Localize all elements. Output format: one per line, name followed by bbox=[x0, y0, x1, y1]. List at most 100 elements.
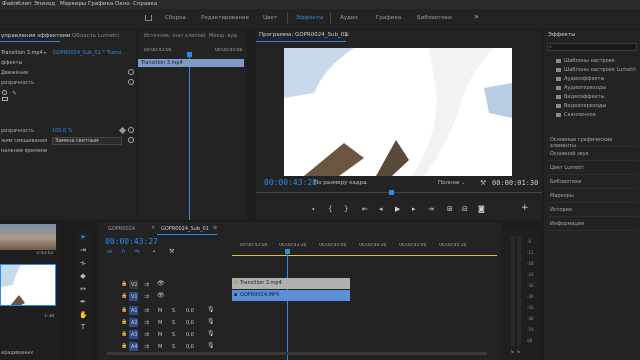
lift-icon[interactable]: ⊞ bbox=[447, 205, 453, 213]
lock-icon[interactable]: 🔒 bbox=[121, 293, 127, 299]
mute-button[interactable]: M bbox=[158, 308, 162, 314]
workspace-tab-effects[interactable]: Эффекты bbox=[296, 15, 324, 21]
tab-source[interactable]: Источник: (нет клипов) bbox=[144, 33, 206, 39]
linked-select-icon[interactable]: ⇋ bbox=[135, 248, 140, 255]
workspace-tab-graphics[interactable]: Графика bbox=[376, 15, 401, 21]
export-frame-icon[interactable]: ◙ bbox=[478, 205, 485, 213]
blend-mode-select[interactable]: Замена светлым bbox=[52, 137, 122, 145]
bin-video-effects[interactable]: Видеоэффекты bbox=[556, 94, 605, 100]
menu-markers[interactable]: Маркеры bbox=[60, 1, 86, 7]
extract-icon[interactable]: ⊟ bbox=[462, 205, 468, 213]
track-label-a1[interactable]: A1 bbox=[131, 308, 138, 314]
razor-tool-icon[interactable]: ◆ bbox=[79, 272, 87, 280]
workspace-tab-assembly[interactable]: Сборка bbox=[165, 15, 186, 21]
program-timecode[interactable]: 00:00:43:28 bbox=[264, 178, 317, 187]
chevron-down-icon[interactable]: ⌄ bbox=[364, 180, 368, 186]
lock-icon[interactable]: 🔒 bbox=[121, 331, 127, 337]
sync-lock-icon[interactable]: ⇉ bbox=[144, 319, 149, 326]
program-playhead[interactable] bbox=[389, 190, 394, 195]
tab-effect-controls[interactable]: управления эффектами bbox=[1, 33, 71, 39]
clip-thumbnail[interactable] bbox=[0, 224, 56, 250]
mute-button[interactable]: M bbox=[158, 332, 162, 338]
effects-search-input[interactable] bbox=[547, 43, 637, 51]
eye-icon[interactable]: 👁 bbox=[157, 280, 165, 287]
track-label-a4[interactable]: A4 bbox=[131, 344, 138, 350]
wrench-icon[interactable]: ⚒ bbox=[169, 248, 174, 255]
add-marker-icon[interactable]: ⬩ bbox=[153, 248, 155, 256]
clip-thumbnail[interactable] bbox=[0, 264, 56, 306]
opacity-value[interactable]: 100,0 % bbox=[52, 128, 73, 134]
lock-icon[interactable]: 🔒 bbox=[121, 343, 127, 349]
timeline-tab-gopr0024[interactable]: GOPR0024 bbox=[108, 226, 135, 232]
microphone-icon[interactable]: 🎙 bbox=[207, 318, 215, 325]
bin-audio-transitions[interactable]: Аудиопереходы bbox=[556, 85, 606, 91]
lock-icon[interactable]: 🔒 bbox=[121, 319, 127, 325]
keyframe-icon[interactable] bbox=[118, 126, 127, 135]
workspace-tab-audio[interactable]: Аудио bbox=[340, 15, 358, 21]
add-marker-icon[interactable]: ⬩ bbox=[312, 205, 315, 214]
workspace-tab-editing[interactable]: Редактирование bbox=[201, 15, 249, 21]
program-video-frame[interactable] bbox=[284, 48, 512, 176]
breadcrumb-source[interactable]: Transition 3.mp4 bbox=[1, 50, 43, 56]
sync-lock-icon[interactable]: ⇉ bbox=[144, 281, 149, 288]
solo-button[interactable]: S bbox=[172, 308, 175, 314]
work-area-bar[interactable] bbox=[232, 255, 497, 256]
fit-dropdown[interactable]: По размеру кадра bbox=[314, 180, 366, 186]
meter-solo-button[interactable]: S bbox=[517, 350, 520, 355]
bin-presets[interactable]: Шаблоны настроек bbox=[556, 58, 615, 64]
track-volume[interactable]: 0,0 bbox=[186, 344, 194, 350]
reset-icon[interactable] bbox=[128, 137, 134, 143]
hand-tool-icon[interactable]: ✋ bbox=[79, 311, 88, 319]
mask-rect-icon[interactable] bbox=[2, 97, 8, 101]
track-volume[interactable]: 0,0 bbox=[186, 320, 194, 326]
bin-obsolete[interactable]: Сканленное bbox=[556, 112, 596, 118]
close-icon[interactable]: × bbox=[151, 225, 155, 231]
program-scrub-bar[interactable] bbox=[256, 192, 542, 193]
type-tool-icon[interactable]: T bbox=[79, 323, 87, 331]
tab-lumetri-scopes[interactable]: Область Lumetri bbox=[72, 33, 119, 39]
panel-markers[interactable]: Маркеры bbox=[548, 190, 638, 203]
sync-lock-icon[interactable]: ⇉ bbox=[144, 331, 149, 338]
mask-pen-icon[interactable]: ✎ bbox=[12, 90, 17, 97]
track-volume[interactable]: 0,0 bbox=[186, 308, 194, 314]
row-opacity-label[interactable]: розрачность bbox=[1, 80, 34, 86]
reset-icon[interactable] bbox=[128, 69, 134, 75]
sync-lock-icon[interactable]: ⇉ bbox=[144, 343, 149, 350]
meter-solo-button[interactable]: S bbox=[511, 350, 514, 355]
mark-in-icon[interactable]: { bbox=[328, 205, 332, 213]
pen-tool-icon[interactable]: ✒ bbox=[79, 298, 87, 306]
home-icon[interactable] bbox=[145, 15, 152, 21]
sync-lock-icon[interactable]: ⇉ bbox=[144, 307, 149, 314]
timeline-tab-sub01[interactable]: GOPR0024_Sub_01 bbox=[161, 226, 209, 232]
track-select-tool-icon[interactable]: ⇥ bbox=[79, 246, 87, 254]
quality-dropdown[interactable]: Полное bbox=[438, 180, 459, 186]
panel-libraries[interactable]: Библиотеки bbox=[548, 176, 638, 189]
mute-button[interactable]: M bbox=[158, 320, 162, 326]
snap-icon[interactable]: ∩ bbox=[121, 248, 125, 255]
chevron-down-icon[interactable]: ⌄ bbox=[461, 180, 465, 186]
track-label-a3[interactable]: A3 bbox=[131, 332, 138, 338]
microphone-icon[interactable]: 🎙 bbox=[207, 306, 215, 313]
wrench-icon[interactable]: ⚒ bbox=[480, 179, 486, 187]
step-forward-icon[interactable]: ▸ bbox=[412, 205, 416, 213]
panel-menu-icon[interactable]: ≡ bbox=[213, 225, 217, 231]
mark-out-icon[interactable]: } bbox=[344, 205, 348, 213]
bin-audio-effects[interactable]: Аудиоэффекты bbox=[556, 76, 604, 82]
step-back-icon[interactable]: ◂ bbox=[379, 205, 383, 213]
panel-history[interactable]: История bbox=[548, 204, 638, 217]
timeline-timecode[interactable]: 00:00:43:27 bbox=[105, 237, 158, 246]
panel-menu-icon[interactable]: ≡ bbox=[344, 31, 349, 38]
menu-window[interactable]: Окно bbox=[115, 1, 130, 7]
track-label-a2[interactable]: A2 bbox=[131, 320, 138, 326]
panel-essential-sound[interactable]: Основной звук bbox=[548, 148, 638, 161]
mask-ellipse-icon[interactable] bbox=[2, 90, 7, 95]
ripple-edit-tool-icon[interactable]: ⟛ bbox=[79, 259, 87, 267]
solo-button[interactable]: S bbox=[172, 344, 175, 350]
mute-button[interactable]: M bbox=[158, 344, 162, 350]
play-icon[interactable]: ▶ bbox=[395, 205, 400, 213]
add-button-icon[interactable]: + bbox=[521, 203, 529, 213]
row-motion-label[interactable]: Движение bbox=[1, 70, 28, 76]
workspace-tab-libraries[interactable]: Библиотеки bbox=[417, 15, 452, 21]
sync-lock-icon[interactable]: ⇉ bbox=[144, 293, 149, 300]
menu-clip[interactable]: Клип bbox=[17, 1, 32, 7]
